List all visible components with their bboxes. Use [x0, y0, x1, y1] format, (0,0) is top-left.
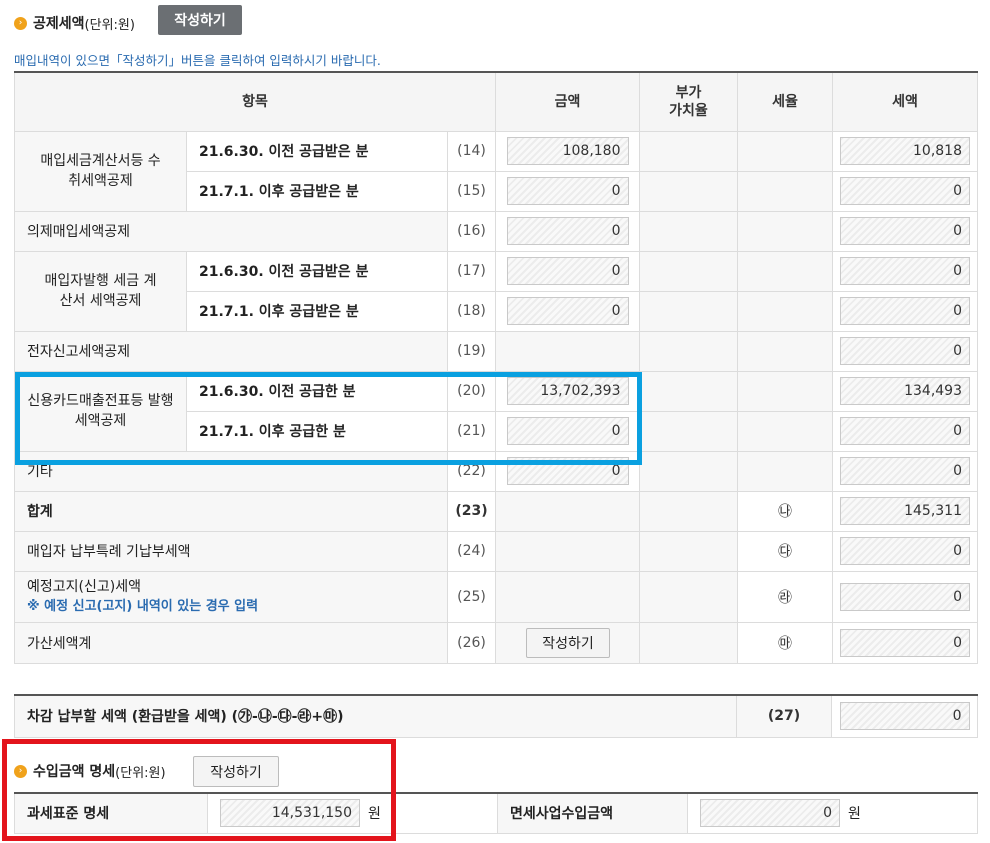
row-label: 예정고지(신고)세액 ※ 예정 신고(고지) 내역이 있는 경우 입력 [14, 570, 448, 623]
row-label: 의제매입세액공제 [14, 210, 448, 252]
row-number: (26) [447, 621, 496, 664]
amount-input-17[interactable]: 0 [506, 257, 629, 285]
section-title: 공제세액 [33, 16, 85, 32]
blue-highlight-box [15, 372, 642, 465]
header-vat-rate: 부가 가치율 [639, 71, 738, 132]
exempt-label: 면세사업수입금액 [497, 792, 688, 834]
deduction-section-header: › 공제세액 (단위:원) [14, 10, 135, 36]
row-number: (18) [447, 290, 496, 332]
amount-input-18[interactable]: 0 [506, 297, 629, 325]
row-label: 합계 [14, 490, 448, 532]
notice-text: 매입내역이 있으면「작성하기」버튼을 클릭하여 입력하시기 바랍니다. [14, 53, 381, 68]
tax-input-22[interactable]: 0 [840, 457, 970, 485]
final-number: (27) [736, 694, 832, 738]
header-tax: 세액 [832, 71, 978, 132]
deduction-table: 항목 금액 부가 가치율 세율 세액 매입세금계산서등 수취세액공제 21.6.3… [14, 71, 978, 664]
row-number: (14) [447, 130, 496, 172]
row-sub-label: 21.6.30. 이전 공급받은 분 [186, 130, 448, 172]
bullet-arrow-icon: › [14, 16, 27, 30]
table-row: 매입자발행 세금 계산서 세액공제 21.6.30. 이전 공급받은 분 (17… [14, 250, 978, 332]
row-label: 매입자 납부특례 기납부세액 [14, 530, 448, 572]
table-row: 매입세금계산서등 수취세액공제 21.6.30. 이전 공급받은 분 (14) … [14, 130, 978, 212]
row-group-label: 매입세금계산서등 수취세액공제 [14, 130, 187, 212]
table-row: 의제매입세액공제 (16) 0 0 [14, 210, 978, 252]
circled-mark: ㉰ [737, 530, 833, 572]
row-sub-label: 21.7.1. 이후 공급받은 분 [186, 170, 448, 212]
row-note: ※ 예정 신고(고지) 내역이 있는 경우 입력 [27, 598, 259, 614]
row-sub-label: 21.6.30. 이전 공급받은 분 [186, 250, 448, 292]
tax-input-17[interactable]: 0 [840, 257, 970, 285]
table-row: 전자신고세액공제 (19) 0 [14, 330, 978, 372]
circled-mark: ㉱ [737, 570, 833, 623]
tax-input-24[interactable]: 0 [840, 537, 970, 565]
tax-input-25[interactable]: 0 [840, 582, 970, 611]
tax-input-18[interactable]: 0 [840, 297, 970, 325]
row-sub-label: 21.7.1. 이후 공급받은 분 [186, 290, 448, 332]
table-row: 가산세액계 (26) 작성하기 ㉲ 0 [14, 621, 978, 664]
penalty-write-button[interactable]: 작성하기 [526, 627, 610, 658]
final-table: 차감 납부할 세액 (환급받을 세액) (㉮-㉯-㉰-㉱+㉲) (27) 0 [14, 694, 978, 738]
tax-input-14[interactable]: 10,818 [840, 137, 970, 165]
amount-input-15[interactable]: 0 [506, 177, 629, 205]
deduction-write-button[interactable]: 작성하기 [158, 5, 242, 35]
header-tax-rate: 세율 [737, 71, 833, 132]
table-row: 예정고지(신고)세액 ※ 예정 신고(고지) 내역이 있는 경우 입력 (25)… [14, 570, 978, 623]
tax-input-26[interactable]: 0 [840, 628, 970, 657]
row-label: 가산세액계 [14, 621, 448, 664]
row-number: (19) [447, 330, 496, 372]
tax-input-20[interactable]: 134,493 [840, 377, 970, 405]
row-group-label: 매입자발행 세금 계산서 세액공제 [14, 250, 187, 332]
final-tax-input[interactable]: 0 [839, 702, 970, 731]
row-number: (17) [447, 250, 496, 292]
table-row: 합계 (23) ㉯ 145,311 [14, 490, 978, 532]
header-amount: 금액 [495, 71, 640, 132]
circled-mark: ㉯ [737, 490, 833, 532]
row-number: (15) [447, 170, 496, 212]
table-row: 매입자 납부특례 기납부세액 (24) ㉰ 0 [14, 530, 978, 572]
row-number: (24) [447, 530, 496, 572]
tax-input-16[interactable]: 0 [840, 217, 970, 245]
row-label: 전자신고세액공제 [14, 330, 448, 372]
unit-label: (단위:원) [84, 17, 135, 33]
row-number: (23) [447, 490, 496, 532]
tax-input-23[interactable]: 145,311 [840, 497, 970, 525]
exempt-input[interactable]: 0 [700, 799, 840, 828]
tax-input-15[interactable]: 0 [840, 177, 970, 205]
circled-mark: ㉲ [737, 621, 833, 664]
amount-input-16[interactable]: 0 [506, 217, 629, 245]
tax-input-21[interactable]: 0 [840, 417, 970, 445]
amount-input-14[interactable]: 108,180 [506, 137, 629, 165]
row-label-text: 예정고지(신고)세액 [27, 578, 141, 595]
red-highlight-box [2, 739, 396, 841]
tax-input-19[interactable]: 0 [840, 337, 970, 365]
final-label: 차감 납부할 세액 (환급받을 세액) (㉮-㉯-㉰-㉱+㉲) [14, 694, 737, 738]
row-number: (25) [447, 570, 496, 623]
header-item: 항목 [14, 71, 496, 132]
won-unit: 원 [848, 806, 861, 823]
row-number: (16) [447, 210, 496, 252]
